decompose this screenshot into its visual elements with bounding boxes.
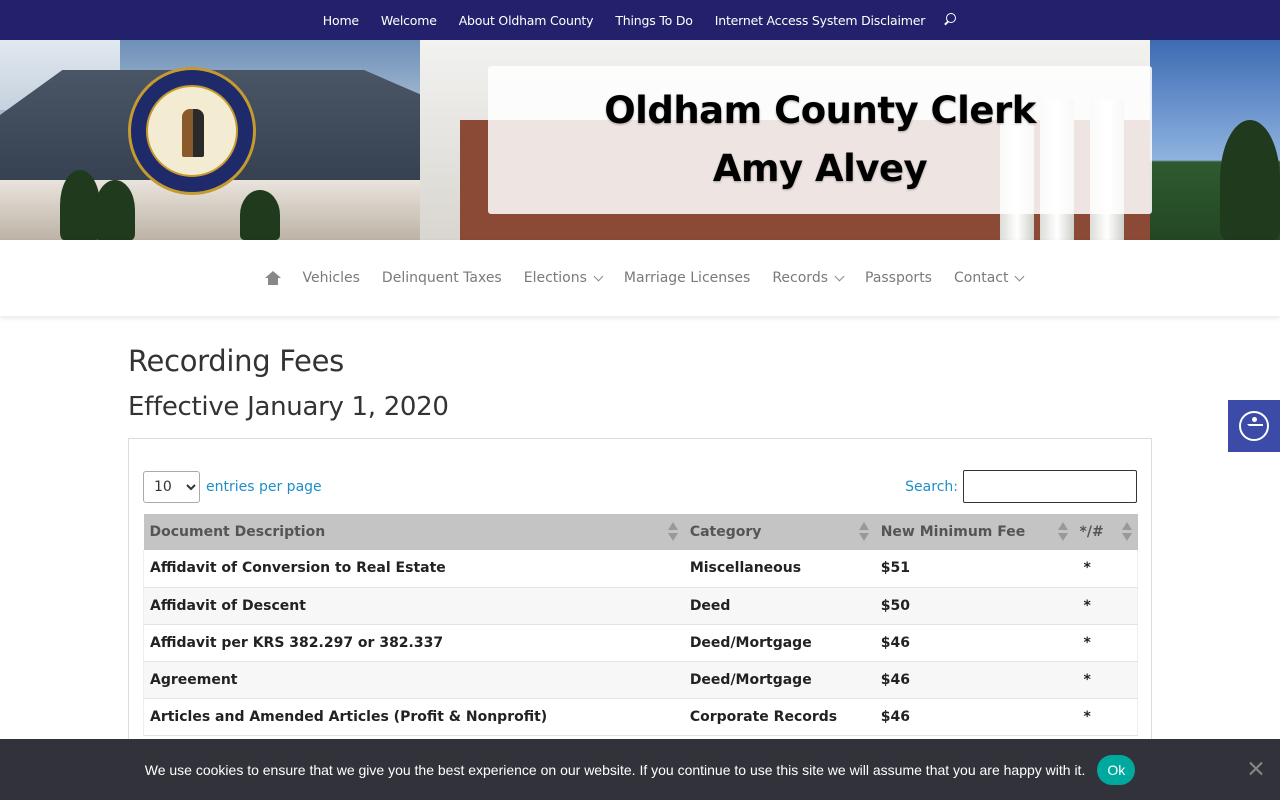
cookie-notice: We use cookies to ensure that we give yo… [0, 739, 1280, 800]
nav-vehicles[interactable]: Vehicles [303, 270, 360, 286]
entries-per-page-select[interactable]: 10 [143, 471, 200, 503]
nav-label: Elections [523, 270, 587, 286]
cookie-message: We use cookies to ensure that we give yo… [144, 761, 1086, 778]
close-icon[interactable] [1249, 761, 1263, 775]
topnav-disclaimer[interactable]: Internet Access System Disclaimer [715, 13, 926, 28]
nav-label: Passports [865, 270, 932, 286]
search-label: Search: [905, 478, 958, 495]
cell-fee: $46 [874, 661, 1074, 699]
cell-marker: * [1073, 624, 1138, 662]
cell-fee: $46 [874, 698, 1074, 736]
cell-description: Articles and Amended Articles (Profit & … [142, 698, 684, 736]
seal-figures [182, 109, 204, 157]
hero-tree [60, 170, 100, 240]
topnav-home[interactable]: Home [323, 13, 359, 28]
accessibility-button[interactable] [1228, 400, 1280, 452]
cell-description: Affidavit of Conversion to Real Estate [142, 550, 684, 588]
nav-marriage-licenses[interactable]: Marriage Licenses [624, 270, 750, 286]
cookie-ok-button[interactable]: Ok [1097, 754, 1136, 785]
chevron-down-icon [834, 271, 845, 281]
nav-contact[interactable]: Contact [953, 270, 1025, 286]
hero-tree [95, 180, 135, 240]
sort-icon [1121, 522, 1132, 542]
hero-tree [240, 190, 280, 240]
sort-icon [858, 522, 869, 542]
hero-tree [1220, 120, 1280, 240]
nav-label: Delinquent Taxes [381, 270, 502, 286]
nav-delinquent-taxes[interactable]: Delinquent Taxes [382, 270, 502, 286]
cell-category: Deed/Mortgage [683, 661, 875, 699]
cell-fee: $51 [874, 550, 1074, 588]
column-header-marker[interactable]: */# [1073, 514, 1138, 550]
sort-icon [1057, 522, 1068, 542]
column-header-new-minimum-fee[interactable]: New Minimum Fee [874, 514, 1074, 550]
entries-per-page-control: 10 entries per page [143, 471, 322, 503]
cell-category: Deed/Mortgage [683, 624, 875, 662]
kentucky-seal-icon[interactable] [128, 67, 256, 195]
column-header-label: */# [1079, 524, 1104, 540]
site-title: Oldham County Clerk [604, 89, 1036, 132]
cell-description: Affidavit of Descent [142, 587, 684, 625]
topnav-things-to-do[interactable]: Things To Do [615, 13, 693, 28]
sort-icon [667, 522, 678, 542]
nav-label: Marriage Licenses [623, 270, 751, 286]
topnav-welcome[interactable]: Welcome [381, 13, 437, 28]
table-row: Affidavit of Conversion to Real Estate M… [142, 550, 1138, 588]
column-header-label: Category [689, 524, 762, 540]
search-icon[interactable] [943, 13, 957, 27]
site-title-box: Oldham County Clerk Amy Alvey [488, 66, 1152, 214]
nav-label: Vehicles [302, 270, 360, 286]
seal-center [146, 85, 238, 177]
cell-marker: * [1073, 550, 1138, 588]
nav-label: Contact [953, 270, 1009, 286]
entries-per-page-label: entries per page [206, 479, 322, 495]
nav-records[interactable]: Records [772, 270, 845, 286]
column-header-document-description[interactable]: Document Description [143, 514, 684, 550]
column-header-category[interactable]: Category [683, 514, 875, 550]
accessibility-icon [1239, 411, 1269, 441]
nav-label: Records [772, 270, 828, 286]
table-row: Articles and Amended Articles (Profit & … [142, 698, 1138, 736]
cell-marker: * [1073, 698, 1138, 736]
cell-marker: * [1073, 587, 1138, 625]
home-icon[interactable] [264, 271, 281, 285]
site-subtitle: Amy Alvey [712, 147, 928, 190]
column-header-label: Document Description [149, 524, 326, 540]
topnav-about-oldham-county[interactable]: About Oldham County [459, 13, 594, 28]
cell-description: Affidavit per KRS 382.297 or 382.337 [142, 624, 684, 662]
nav-elections[interactable]: Elections [523, 270, 604, 286]
table-search: Search: [905, 470, 1137, 503]
cell-marker: * [1073, 661, 1138, 699]
table-row: Affidavit of Descent Deed $50 * [142, 587, 1138, 625]
cell-category: Miscellaneous [683, 550, 875, 588]
chevron-down-icon [1015, 271, 1025, 281]
page-subtitle: Effective January 1, 2020 [128, 392, 449, 422]
fees-table-container: 10 entries per page Search: Document Des… [128, 438, 1152, 778]
column-header-label: New Minimum Fee [880, 524, 1026, 540]
fees-table: Document Description Category New Minimu… [142, 514, 1138, 736]
table-row: Agreement Deed/Mortgage $46 * [142, 661, 1138, 699]
table-row: Affidavit per KRS 382.297 or 382.337 Dee… [142, 624, 1138, 662]
cell-description: Agreement [142, 661, 684, 699]
cell-fee: $46 [874, 624, 1074, 662]
top-navigation: Home Welcome About Oldham County Things … [0, 0, 1280, 40]
cell-category: Deed [683, 587, 875, 625]
cell-category: Corporate Records [683, 698, 875, 736]
nav-passports[interactable]: Passports [865, 270, 932, 286]
cell-fee: $50 [874, 587, 1074, 625]
table-header-row: Document Description Category New Minimu… [143, 514, 1138, 550]
page-title: Recording Fees [128, 344, 344, 378]
chevron-down-icon [593, 271, 604, 281]
search-input[interactable] [963, 470, 1137, 503]
main-navigation: Vehicles Delinquent Taxes Elections Marr… [0, 240, 1280, 316]
